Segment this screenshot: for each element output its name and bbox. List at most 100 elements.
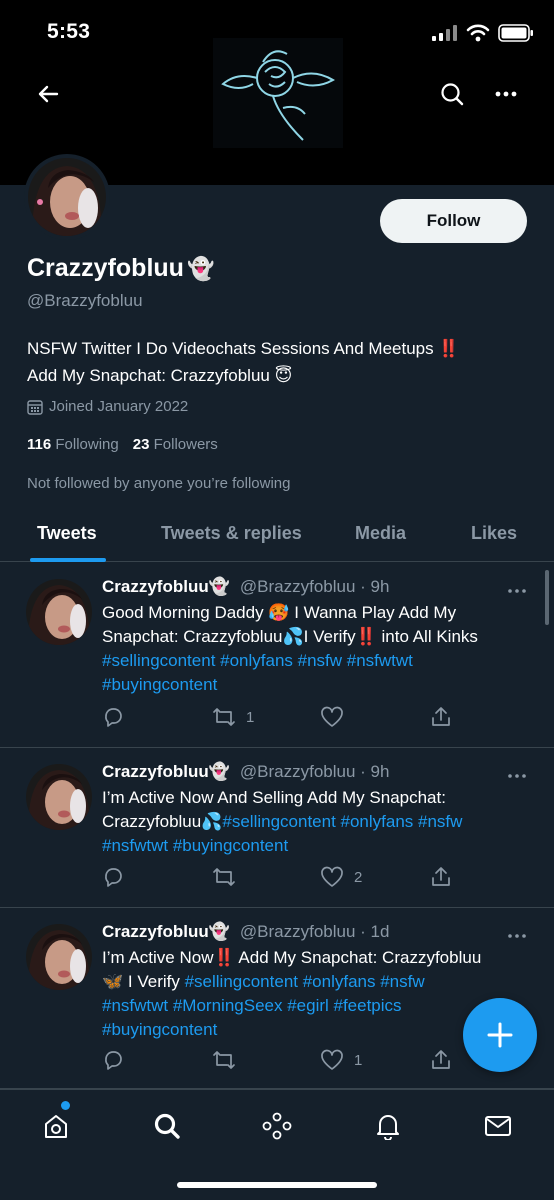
joined-text: Joined January 2022 — [49, 398, 189, 415]
follow-button[interactable]: Follow — [380, 199, 527, 243]
tweet-hashtags[interactable]: #nsfwtwt #buyingcontent — [102, 834, 532, 858]
tweet-hashtags[interactable]: #buyingcontent — [102, 673, 532, 697]
heart-icon — [321, 1049, 343, 1070]
reply-button[interactable] — [102, 1049, 124, 1071]
reply-button[interactable] — [102, 866, 124, 888]
followers-link[interactable]: 23 Followers — [133, 436, 218, 453]
nav-messages[interactable] — [476, 1104, 520, 1148]
more-options-button[interactable] — [484, 72, 528, 116]
retweet-icon — [213, 868, 235, 886]
tweet-text: I’m Active Now And Selling Add My Snapch… — [102, 786, 532, 858]
retweet-count: 1 — [246, 708, 255, 726]
more-icon — [508, 934, 526, 938]
tweet-author-name[interactable]: Crazzyfobluu👻 — [102, 577, 230, 597]
followers-label: Followers — [153, 436, 218, 453]
search-icon — [441, 83, 464, 106]
bio-line: NSFW Twitter I Do Videochats Sessions An… — [27, 339, 460, 358]
tweet-avatar[interactable] — [26, 579, 92, 645]
heart-icon — [321, 706, 343, 727]
followers-count: 23 — [132, 436, 150, 453]
tweet-line: Crazzyfobluu💦#sellingcontent #onlyfans #… — [102, 810, 532, 834]
mutual-followers-note: Not followed by anyone you’re following — [27, 475, 291, 492]
like-count: 2 — [354, 868, 363, 886]
tab-tweets[interactable]: Tweets — [37, 523, 97, 544]
status-time: 5:53 — [47, 20, 91, 43]
tweet-hashtags[interactable]: #sellingcontent #onlyfans #nsfw #nsfwtwt — [102, 649, 532, 673]
nav-home[interactable] — [34, 1104, 78, 1148]
tweet-text: Good Morning Daddy 🥵 I Wanna Play Add My… — [102, 601, 532, 697]
wifi-icon — [466, 24, 490, 42]
back-button[interactable] — [26, 72, 70, 116]
tweet-header: Crazzyfobluu👻 @Brazzyfobluu · 9h — [102, 577, 389, 597]
tweet-avatar[interactable] — [26, 924, 92, 990]
tweet-handle-time: @Brazzyfobluu · 9h — [239, 577, 390, 596]
reply-button[interactable] — [102, 706, 124, 728]
tweet-actions: 2 — [102, 866, 462, 892]
heart-icon — [321, 866, 343, 887]
compose-tweet-button[interactable] — [463, 998, 537, 1072]
tweet-line: I’m Active Now And Selling Add My Snapch… — [102, 788, 446, 807]
tweet-more-button[interactable] — [508, 762, 526, 783]
avatar-image — [28, 158, 106, 236]
scrollbar[interactable] — [545, 570, 549, 625]
nav-explore[interactable] — [145, 1104, 189, 1148]
cellular-signal-icon — [432, 25, 457, 41]
share-button[interactable] — [430, 706, 452, 728]
tweet-line: Snapchat: Crazzyfobluu💦I Verify‼️ into A… — [102, 627, 478, 646]
share-icon — [432, 1050, 450, 1069]
spaces-icon — [262, 1112, 292, 1140]
tweet-author-name[interactable]: Crazzyfobluu👻 — [102, 762, 230, 782]
tweet-header: Crazzyfobluu👻 @Brazzyfobluu · 9h — [102, 762, 389, 782]
share-icon — [432, 867, 450, 886]
tweet-more-button[interactable] — [508, 577, 526, 598]
retweet-button[interactable] — [212, 1049, 246, 1071]
avatar-image — [26, 924, 92, 990]
retweet-icon — [213, 1051, 235, 1069]
share-button[interactable] — [430, 1049, 452, 1071]
tweet-hashtags[interactable]: #sellingcontent #onlyfans #nsfw — [185, 972, 425, 991]
tab-tweets-replies[interactable]: Tweets & replies — [161, 523, 302, 544]
tweet-hashtags[interactable]: #nsfwtwt #MorningSeex #egirl #feetpics — [102, 994, 532, 1018]
like-button[interactable] — [320, 706, 354, 728]
like-count: 1 — [354, 1051, 363, 1069]
home-icon — [45, 1115, 67, 1138]
bell-icon — [377, 1115, 399, 1140]
retweet-button[interactable] — [212, 866, 246, 888]
status-icons — [432, 22, 534, 44]
following-label: Following — [55, 436, 119, 453]
tweet[interactable]: Crazzyfobluu👻 @Brazzyfobluu · 1d I’m Act… — [0, 908, 554, 1089]
home-notification-dot — [61, 1101, 70, 1110]
tab-media[interactable]: Media — [355, 523, 406, 544]
retweet-icon — [213, 708, 235, 726]
tweet-more-button[interactable] — [508, 922, 526, 943]
tweet-hashtags[interactable]: #sellingcontent #onlyfans #nsfw — [222, 812, 462, 831]
tweet[interactable]: Crazzyfobluu👻 @Brazzyfobluu · 9h Good Mo… — [0, 563, 554, 748]
tweet-avatar[interactable] — [26, 764, 92, 830]
more-icon — [508, 589, 526, 593]
profile-bio: NSFW Twitter I Do Videochats Sessions An… — [27, 335, 527, 389]
profile-avatar[interactable] — [24, 154, 110, 240]
retweet-button[interactable]: 1 — [212, 706, 254, 728]
reply-icon — [105, 868, 122, 887]
like-button[interactable]: 2 — [320, 866, 362, 888]
tweet[interactable]: Crazzyfobluu👻 @Brazzyfobluu · 9h I’m Act… — [0, 748, 554, 908]
nav-notifications[interactable] — [366, 1104, 410, 1148]
search-icon — [154, 1113, 180, 1139]
ghost-emoji: 👻 — [186, 255, 215, 281]
following-link[interactable]: 116 Following — [27, 436, 119, 453]
follow-counts: 116 Following 23 Followers — [27, 436, 218, 453]
tab-likes[interactable]: Likes — [471, 523, 517, 544]
joined-date: Joined January 2022 — [27, 398, 188, 415]
share-button[interactable] — [430, 866, 452, 888]
tweet-handle-time: @Brazzyfobluu · 9h — [239, 762, 390, 781]
like-button[interactable]: 1 — [320, 1049, 362, 1071]
search-button[interactable] — [430, 72, 474, 116]
active-tab-indicator — [30, 558, 106, 562]
nav-spaces[interactable] — [255, 1104, 299, 1148]
rose-banner-image — [213, 38, 343, 148]
tweet-text-span: Crazzyfobluu💦 — [102, 812, 223, 831]
tweet-author-name[interactable]: Crazzyfobluu👻 — [102, 922, 230, 942]
reply-icon — [105, 708, 122, 727]
following-count: 116 — [27, 436, 52, 453]
tweet-line: I’m Active Now‼️ Add My Snapchat: Crazzy… — [102, 948, 482, 967]
